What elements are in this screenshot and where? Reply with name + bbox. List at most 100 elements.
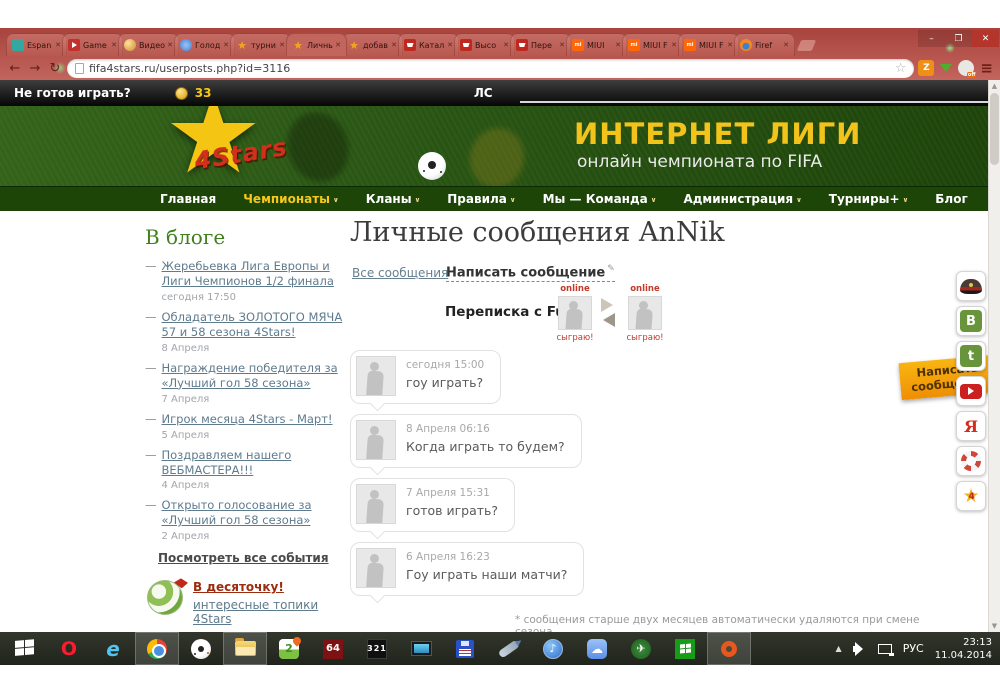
minimize-button[interactable]: –	[918, 30, 945, 47]
blog-post-link[interactable]: Открыто голосование за «Лучший гол 58 се…	[162, 498, 348, 528]
play-status-link[interactable]: сыграю!	[552, 333, 598, 343]
nav-blog[interactable]: Блог	[935, 192, 967, 206]
nav-team[interactable]: Мы — Команда	[543, 192, 657, 206]
taskbar-itunes[interactable]: ♪	[531, 632, 575, 665]
nav-home[interactable]: Главная	[160, 192, 216, 206]
avatar[interactable]	[520, 101, 1000, 103]
tab-close-icon[interactable]	[671, 41, 677, 49]
browser-tab[interactable]: добав	[342, 33, 403, 56]
play-status-link[interactable]: сыграю!	[622, 333, 668, 343]
reload-icon[interactable]: ↻	[47, 62, 63, 75]
proxy-globe-icon[interactable]: off	[958, 60, 974, 76]
browser-tab[interactable]: MIUI F	[622, 33, 683, 56]
tab-close-icon[interactable]	[55, 41, 61, 49]
page-scrollbar[interactable]: ▲ ▼	[988, 80, 1000, 632]
taskbar-explorer[interactable]	[223, 632, 267, 665]
nav-tournaments[interactable]: Турниры+	[829, 192, 908, 206]
tab-close-icon[interactable]	[447, 41, 453, 49]
all-messages-link[interactable]: Все сообщения	[352, 266, 448, 280]
taskbar-chrome[interactable]	[135, 632, 179, 665]
bookmark-star-icon[interactable]: ☆	[895, 61, 907, 76]
browser-tab[interactable]: Espan	[6, 33, 67, 56]
taskbar-football-app[interactable]	[179, 632, 223, 665]
blog-post-link[interactable]: Обладатель ЗОЛОТОГО МЯЧА 57 и 58 сезона …	[162, 310, 348, 340]
browser-tab[interactable]: Видео	[118, 33, 179, 56]
browser-tab[interactable]: Firef	[734, 33, 795, 56]
sender-avatar[interactable]	[356, 356, 396, 396]
private-messages-link[interactable]: ЛС	[474, 86, 493, 100]
user-avatar[interactable]: online сыграю!	[628, 296, 662, 330]
browser-tab[interactable]: MIUI	[566, 33, 627, 56]
nav-championships[interactable]: Чемпионаты	[243, 192, 338, 206]
taskbar-mpc[interactable]: 321	[355, 632, 399, 665]
taskbar-internet-explorer[interactable]: e	[91, 632, 135, 665]
taskbar-aida64[interactable]: 64	[311, 632, 355, 665]
taskbar-opera[interactable]: O	[47, 632, 91, 665]
url-text[interactable]: fifa4stars.ru/userposts.php?id=3116	[89, 62, 890, 75]
tab-close-icon[interactable]	[727, 41, 733, 49]
browser-tab[interactable]: Game	[62, 33, 123, 56]
browser-tab-active[interactable]: Личнь	[286, 33, 347, 56]
scroll-up-icon[interactable]: ▲	[992, 82, 997, 90]
tray-expand-icon[interactable]: ▲	[836, 644, 842, 653]
browser-tab[interactable]: Голод	[174, 33, 235, 56]
compose-message-link[interactable]: Написать сообщение✎	[446, 264, 615, 282]
browser-tab[interactable]: Катал	[398, 33, 459, 56]
lifebuoy-icon[interactable]	[956, 446, 986, 476]
yandex-icon[interactable]: Я	[956, 411, 986, 441]
sender-avatar[interactable]	[356, 548, 396, 588]
tab-close-icon[interactable]	[335, 41, 341, 49]
volume-icon[interactable]	[853, 642, 867, 656]
tab-close-icon[interactable]	[503, 41, 509, 49]
blog-post-link[interactable]: Поздравляем нашего ВЕБМАСТЕРА!!!	[162, 448, 348, 478]
taskbar-flight-app[interactable]: ✈	[619, 632, 663, 665]
twitter-icon[interactable]: t	[956, 341, 986, 371]
tab-close-icon[interactable]	[167, 41, 173, 49]
new-tab-button[interactable]	[797, 40, 816, 51]
taskbar-windows-store[interactable]	[663, 632, 707, 665]
army-cap-icon[interactable]	[956, 271, 986, 301]
vk-icon[interactable]: В	[956, 306, 986, 336]
extension-z-icon[interactable]: Z	[918, 60, 934, 76]
browser-tab[interactable]: турни	[230, 33, 291, 56]
sender-avatar[interactable]	[356, 484, 396, 524]
scrollbar-thumb[interactable]	[990, 93, 999, 165]
taskbar-display-app[interactable]	[399, 632, 443, 665]
forward-icon[interactable]: →	[27, 62, 43, 75]
youtube-icon[interactable]	[956, 376, 986, 406]
sender-avatar[interactable]	[356, 420, 396, 460]
tab-close-icon[interactable]	[783, 41, 789, 49]
blog-post-link[interactable]: Игрок месяца 4Stars - Март!	[162, 412, 333, 427]
browser-tab[interactable]: Пере	[510, 33, 571, 56]
download-extension-icon[interactable]	[938, 60, 954, 76]
scroll-down-icon[interactable]: ▼	[992, 622, 997, 630]
tab-close-icon[interactable]	[615, 41, 621, 49]
tab-close-icon[interactable]	[391, 41, 397, 49]
taskbar-rocket-app[interactable]	[487, 632, 531, 665]
top-ten-link[interactable]: В десяточку!	[193, 580, 347, 594]
fourstars-star-icon[interactable]: ★4	[956, 481, 986, 511]
tab-close-icon[interactable]	[279, 41, 285, 49]
nav-rules[interactable]: Правила	[447, 192, 515, 206]
nav-clans[interactable]: Кланы	[366, 192, 421, 206]
taskbar-icloud[interactable]: ☁	[575, 632, 619, 665]
start-button[interactable]	[3, 632, 47, 665]
taskbar-2gis[interactable]: 2	[267, 632, 311, 665]
ready-status-link[interactable]: Не готов играть?	[14, 86, 131, 100]
taskbar-backup-app[interactable]	[443, 632, 487, 665]
back-icon[interactable]: ←	[7, 62, 23, 75]
user-avatar[interactable]: online сыграю!	[558, 296, 592, 330]
interesting-topics-link[interactable]: интересные топики 4Stars	[193, 598, 347, 626]
tab-close-icon[interactable]	[223, 41, 229, 49]
taskbar-origin[interactable]	[707, 632, 751, 665]
blog-post-link[interactable]: Жеребьевка Лига Европы и Лиги Чемпионов …	[162, 259, 348, 289]
tab-close-icon[interactable]	[111, 41, 117, 49]
maximize-button[interactable]: ❐	[945, 30, 972, 47]
chrome-menu-icon[interactable]: ≡	[980, 61, 993, 76]
tray-clock[interactable]: 23:13 11.04.2014	[935, 636, 992, 662]
tab-close-icon[interactable]	[559, 41, 565, 49]
address-bar[interactable]: fifa4stars.ru/userposts.php?id=3116 ☆	[67, 59, 914, 78]
view-all-events-link[interactable]: Посмотреть все события	[158, 551, 347, 565]
close-button[interactable]: ✕	[972, 30, 999, 47]
nav-administration[interactable]: Администрация	[683, 192, 801, 206]
